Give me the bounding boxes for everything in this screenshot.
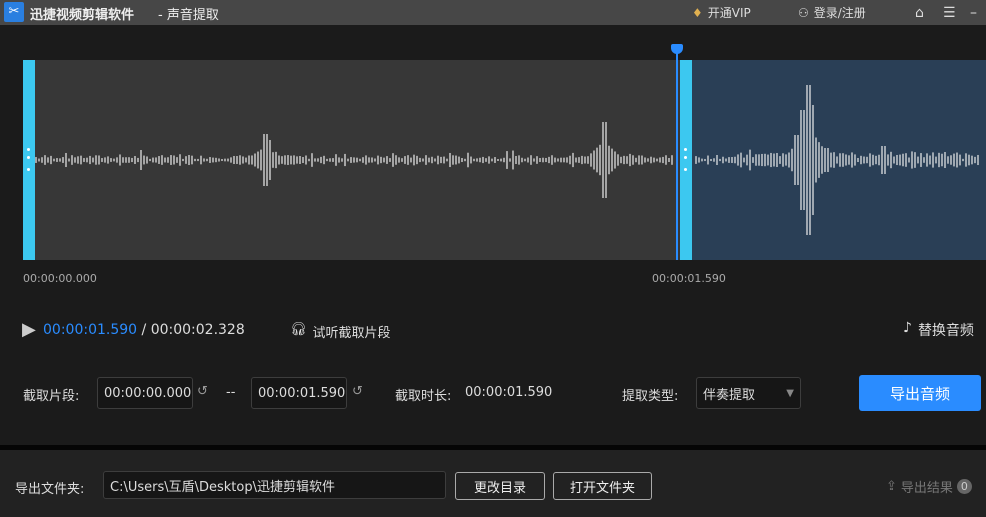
timeline-start: 00:00:00.000 [23,272,97,285]
headphones-icon: 🎧︎ [290,322,307,337]
preview-label: 试听截取片段 [312,326,391,341]
play-icon[interactable]: ▶ [22,319,36,340]
clip-start-input[interactable]: 00:00:00.000 [97,377,193,409]
type-select[interactable]: 伴奏提取 ▼ [696,377,801,409]
type-label: 提取类型: [622,389,679,404]
results-label: 导出结果 [900,481,953,496]
folder-path-input[interactable]: C:\Users\互盾\Desktop\迅捷剪辑软件 [103,471,446,499]
preview-clip-button[interactable]: 🎧︎ 试听截取片段 [290,322,391,341]
playhead[interactable] [676,52,678,260]
waveform [35,85,979,235]
right-trim-handle[interactable] [680,60,692,260]
total-time: 00:00:02.328 [150,322,245,338]
reset-end-icon[interactable]: ↺ [352,384,363,399]
upload-icon: ⇪ [886,479,897,494]
duration-label: 截取时长: [395,389,452,404]
open-folder-button[interactable]: 打开文件夹 [553,472,652,500]
current-time: 00:00:01.590 [43,322,138,338]
duration-value: 00:00:01.590 [465,385,553,400]
clip-end-input[interactable]: 00:00:01.590 [251,377,347,409]
clip-label: 截取片段: [23,389,80,404]
export-audio-button[interactable]: 导出音频 [859,375,981,411]
replace-label: 替换音频 [917,323,974,339]
left-trim-handle[interactable] [23,60,35,260]
range-dash: -- [226,385,236,400]
reset-start-icon[interactable]: ↺ [197,384,208,399]
change-dir-button[interactable]: 更改目录 [455,472,545,500]
timeline-cursor: 00:00:01.590 [652,272,726,285]
results-count-badge: 0 [956,479,972,494]
replace-audio-button[interactable]: ♪ 替换音频 [903,320,974,340]
music-file-icon: ♪ [903,320,912,336]
folder-label: 导出文件夹: [15,482,85,497]
chevron-down-icon: ▼ [786,387,794,399]
type-value: 伴奏提取 [703,387,756,403]
time-separator: / [137,322,151,338]
export-results-button[interactable]: ⇪ 导出结果 0 [886,477,972,496]
